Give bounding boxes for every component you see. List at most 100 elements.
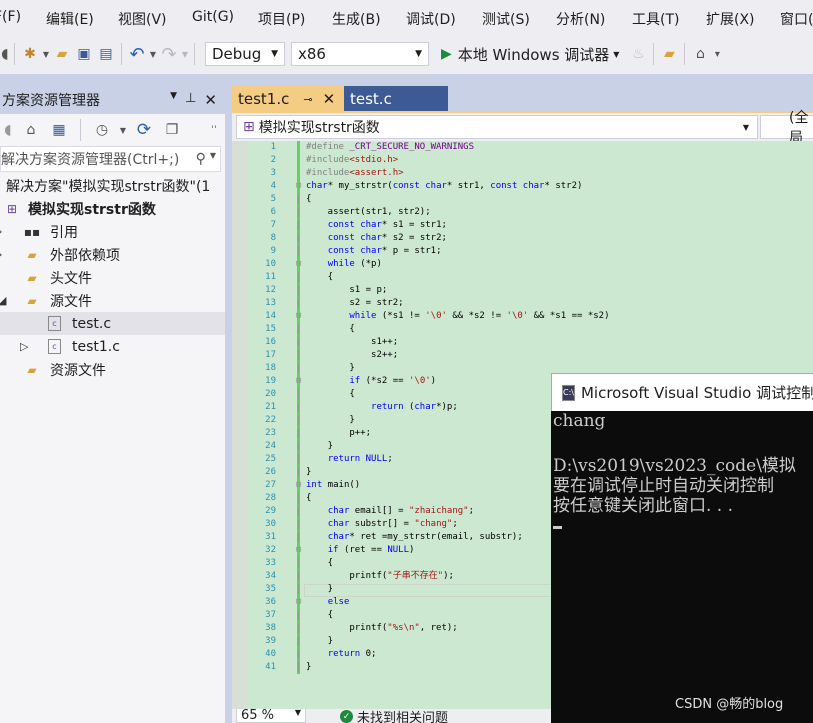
fold-guide: │ xyxy=(296,325,301,334)
run-debugger-button[interactable]: ▶ 本地 Windows 调试器 ▼ xyxy=(441,44,619,65)
line-number: 3 xyxy=(270,168,276,178)
issues-indicator[interactable]: ✓ 未找到相关问题 xyxy=(340,709,448,723)
nav-back-icon[interactable]: ◖ xyxy=(0,43,10,65)
code-line[interactable]: 2 #include<stdio.h> xyxy=(232,154,813,167)
console-title-bar[interactable]: C:\ Microsoft Visual Studio 调试控制 xyxy=(551,373,813,411)
code-line[interactable]: 8 │ const char* s2 = str2; xyxy=(232,232,813,245)
fold-guide: │ xyxy=(296,494,301,503)
refresh-icon[interactable]: ⟳ xyxy=(133,119,155,141)
menu-item-9[interactable]: 工具(T) xyxy=(632,9,679,29)
tree-solution-node[interactable]: 解决方案"模拟实现strstr函数"(1 xyxy=(0,174,225,197)
fold-guide: │ xyxy=(296,559,301,568)
code-line[interactable]: 10 ⊟ while (*p) xyxy=(232,258,813,271)
tree-project-node[interactable]: ⊞ 模拟实现strstr函数 xyxy=(0,197,225,220)
code-text: while (*s1 != '\0' && *s2 != '\0' && *s1… xyxy=(349,311,610,321)
save-all-icon[interactable]: ▤ xyxy=(95,43,117,65)
hot-reload-icon[interactable]: ♨ xyxy=(627,43,649,65)
tree-item-header-files[interactable]: ▰ 头文件 xyxy=(0,266,225,289)
menu-item-8[interactable]: 分析(N) xyxy=(556,9,605,29)
open-folder-icon[interactable]: ▰ xyxy=(51,43,73,65)
menu-item-2[interactable]: 视图(V) xyxy=(118,9,167,29)
code-line[interactable]: 14 ⊟ while (*s1 != '\0' && *s2 != '\0' &&… xyxy=(232,310,813,323)
home-icon[interactable]: ⌂ xyxy=(689,43,711,65)
redo-icon[interactable]: ↷ xyxy=(158,43,180,65)
code-line[interactable]: 16 │ s1++; xyxy=(232,336,813,349)
line-number: 40 xyxy=(265,649,276,659)
line-number: 2 xyxy=(270,155,276,165)
tab-test-c[interactable]: test.c xyxy=(344,86,448,112)
code-line[interactable]: 17 │ s2++; xyxy=(232,349,813,362)
code-line[interactable]: 15 │ { xyxy=(232,323,813,336)
menu-item-3[interactable]: Git(G) xyxy=(192,9,234,25)
chevron-right-icon[interactable]: › xyxy=(0,248,2,261)
tree-item-external-deps[interactable]: › ▰ 外部依赖项 xyxy=(0,243,225,266)
pin-icon[interactable]: ⊸ xyxy=(303,93,312,106)
code-text: const char* s2 = str2; xyxy=(327,233,447,243)
code-text: } xyxy=(306,467,312,477)
overflow-icon[interactable]: ▾ xyxy=(711,43,723,65)
chevron-down-icon: ▼ xyxy=(271,49,278,59)
zoom-select[interactable]: 65 % ▼ xyxy=(236,709,306,723)
code-line[interactable]: 12 │ s1 = p; xyxy=(232,284,813,297)
dropdown-arrow-icon[interactable]: ▼ xyxy=(41,43,51,65)
filter-folder-icon: ▰ xyxy=(27,362,37,377)
code-line[interactable]: 7 │ const char* s1 = str1; xyxy=(232,219,813,232)
undo-icon[interactable]: ↶ xyxy=(126,43,148,65)
chevron-down-icon[interactable]: ◢ xyxy=(0,294,6,307)
menu-item-6[interactable]: 调试(D) xyxy=(406,9,456,29)
config-select[interactable]: Debug ▼ xyxy=(205,42,285,66)
code-line[interactable]: 9 │ const char* p = str1; xyxy=(232,245,813,258)
debug-console-window[interactable]: C:\ Microsoft Visual Studio 调试控制 chang D… xyxy=(551,373,813,723)
close-icon[interactable]: ✕ xyxy=(204,91,217,109)
pending-changes-icon[interactable]: ◷ xyxy=(91,119,113,141)
tab-test1-c[interactable]: test1.c ⊸ ✕ xyxy=(232,86,344,112)
fold-guide: │ xyxy=(296,234,301,243)
switch-views-icon[interactable]: ▦ xyxy=(48,119,70,141)
overflow-icon[interactable]: ˈˈ xyxy=(203,119,225,141)
code-line[interactable]: 4 ⊟ char* my_strstr(const char* str1, cons… xyxy=(232,180,813,193)
tree-item-resource-files[interactable]: ▰ 资源文件 xyxy=(0,358,225,381)
home-icon[interactable]: ⌂ xyxy=(20,119,42,141)
menu-item-7[interactable]: 测试(S) xyxy=(482,9,530,29)
menu-item-0[interactable]: F(F) xyxy=(0,9,21,25)
platform-select[interactable]: x86 ▼ xyxy=(291,42,429,66)
close-icon[interactable]: ✕ xyxy=(323,90,336,108)
dropdown-arrow-icon[interactable]: ▼ xyxy=(180,43,190,65)
pin-icon[interactable]: ⊥ xyxy=(185,91,196,109)
menu-item-4[interactable]: 项目(P) xyxy=(258,9,305,29)
code-line[interactable]: 13 │ s2 = str2; xyxy=(232,297,813,310)
tree-item-source-files[interactable]: ◢ ▰ 源文件 xyxy=(0,289,225,312)
code-line[interactable]: 11 │ { xyxy=(232,271,813,284)
console-cursor xyxy=(553,526,562,529)
code-line[interactable]: 3 #include<assert.h> xyxy=(232,167,813,180)
tree-item-test1-c[interactable]: ▷ c test1.c xyxy=(0,335,225,358)
code-line[interactable]: 5 │ { xyxy=(232,193,813,206)
code-text: char* my_strstr(const char* str1, const … xyxy=(306,181,583,191)
dropdown-arrow-icon[interactable]: ▼ xyxy=(119,119,127,141)
scope-value: 模拟实现strstr函数 xyxy=(258,120,380,136)
member-scope-select[interactable]: (全局 xyxy=(760,110,813,146)
toolbar-separator xyxy=(653,43,655,65)
chevron-right-icon[interactable]: ▷ xyxy=(20,340,28,353)
menu-item-5[interactable]: 生成(B) xyxy=(332,9,381,29)
scope-select[interactable]: ⊞ 模拟实现strstr函数 ▼ xyxy=(236,115,758,139)
collapse-all-icon[interactable]: ❐ xyxy=(161,119,183,141)
tree-item-references[interactable]: › ▪▪ 引用 xyxy=(0,220,225,243)
line-number: 11 xyxy=(265,272,276,282)
code-line[interactable]: 1 #define _CRT_SECURE_NO_WARNINGS xyxy=(232,141,813,154)
back-icon[interactable]: ◖ xyxy=(2,119,14,141)
code-text: #include<assert.h> xyxy=(306,168,404,178)
dropdown-arrow-icon[interactable]: ▼ xyxy=(148,43,158,65)
code-line[interactable]: 6 │ assert(str1, str2); xyxy=(232,206,813,219)
solution-search-box[interactable]: 解决方案资源管理器(Ctrl+;) ⚲ ▼ xyxy=(0,146,221,172)
folder-icon[interactable]: ▰ xyxy=(658,43,680,65)
new-item-icon[interactable]: ✱ xyxy=(19,43,41,65)
menu-item-1[interactable]: 编辑(E) xyxy=(46,9,94,29)
save-icon[interactable]: ▣ xyxy=(73,43,95,65)
tree-item-test-c[interactable]: c test.c xyxy=(0,312,225,335)
menu-item-11[interactable]: 窗口( xyxy=(780,9,813,29)
dropdown-arrow-icon[interactable]: ▼ xyxy=(170,91,177,109)
fold-guide: │ xyxy=(296,468,301,477)
menu-item-10[interactable]: 扩展(X) xyxy=(706,9,755,29)
chevron-right-icon[interactable]: › xyxy=(0,225,2,238)
